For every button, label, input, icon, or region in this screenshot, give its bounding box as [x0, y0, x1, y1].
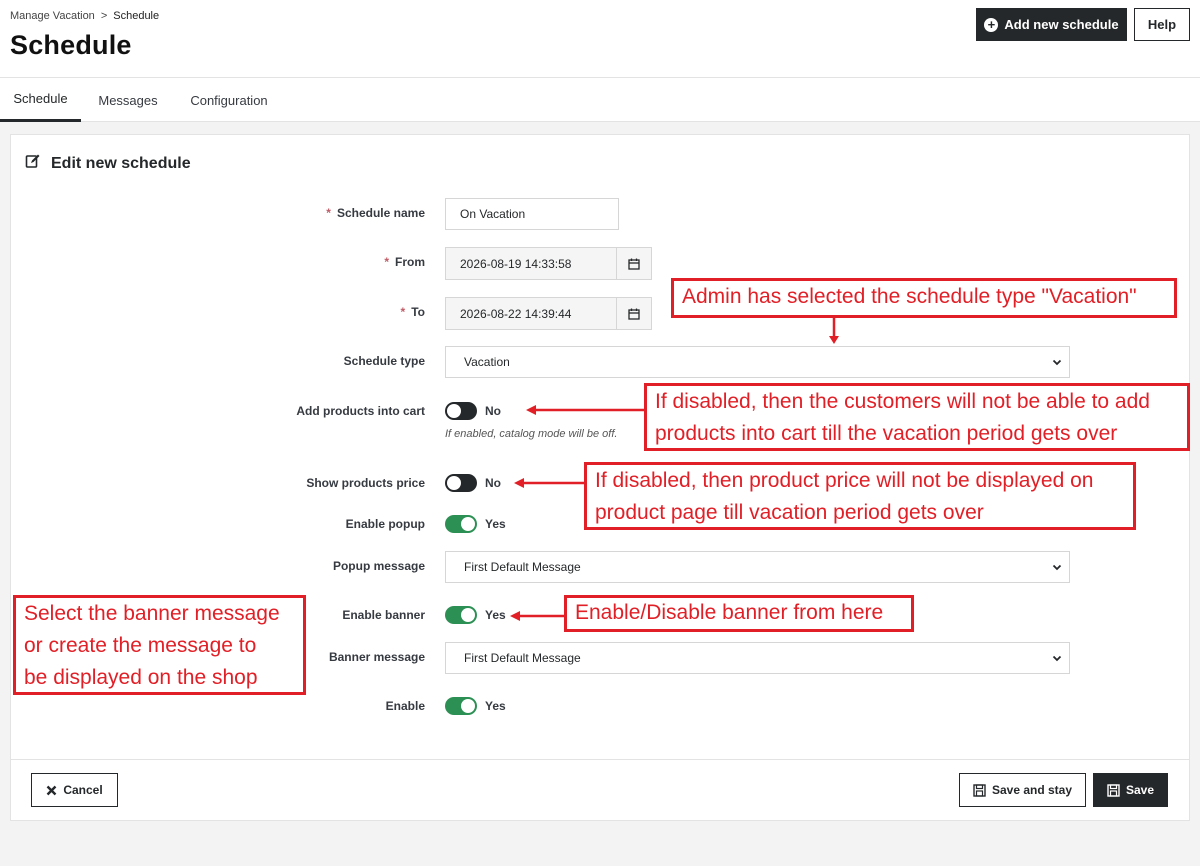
enable-banner-label: Enable banner — [342, 608, 425, 622]
enable-popup-label: Enable popup — [345, 517, 425, 531]
banner-message-select[interactable]: First Default Message — [445, 642, 1070, 674]
enable-popup-state: Yes — [485, 517, 506, 531]
close-icon — [46, 785, 57, 795]
breadcrumb-parent-link[interactable]: Manage Vacation — [10, 10, 95, 22]
schedule-name-input[interactable]: On Vacation — [445, 198, 619, 230]
enable-banner-toggle[interactable] — [445, 606, 477, 624]
banner-message-label: Banner message — [328, 650, 425, 664]
card-title-text: Edit new schedule — [51, 154, 191, 172]
to-label: * To — [400, 305, 425, 319]
show-price-toggle[interactable] — [445, 474, 477, 492]
schedule-name-label: * Schedule name — [326, 206, 425, 220]
schedule-type-value: Vacation — [464, 355, 510, 369]
schedule-type-label: Schedule type — [343, 354, 425, 368]
required-marker: * — [400, 305, 406, 319]
cancel-button[interactable]: Cancel — [31, 773, 118, 807]
from-label: * From — [384, 255, 425, 269]
annotation-show-price: If disabled, then product price will not… — [584, 462, 1136, 530]
breadcrumb: Manage Vacation > Schedule — [10, 10, 159, 22]
to-date-input[interactable]: 2026-08-22 14:39:44 — [445, 297, 617, 330]
add-products-help-text: If enabled, catalog mode will be off. — [445, 428, 618, 440]
tab-bar: Schedule Messages Configuration — [0, 78, 1200, 122]
enable-toggle[interactable] — [445, 697, 477, 715]
add-new-schedule-button[interactable]: + Add new schedule — [976, 8, 1127, 41]
help-button[interactable]: Help — [1134, 8, 1190, 41]
edit-icon — [25, 153, 41, 174]
popup-message-value: First Default Message — [464, 560, 581, 574]
breadcrumb-current: Schedule — [113, 10, 160, 22]
show-price-state: No — [485, 476, 501, 490]
calendar-icon — [628, 308, 640, 320]
enable-label: Enable — [385, 699, 425, 713]
card-title: Edit new schedule — [25, 153, 191, 174]
required-marker: * — [384, 255, 389, 269]
chevron-down-icon — [1052, 655, 1062, 662]
chevron-down-icon — [1052, 359, 1062, 366]
annotation-schedule-type: Admin has selected the schedule type "Va… — [671, 278, 1177, 318]
from-calendar-button[interactable] — [616, 247, 652, 280]
from-date-input[interactable]: 2026-08-19 14:33:58 — [445, 247, 617, 280]
save-button[interactable]: Save — [1093, 773, 1168, 807]
popup-message-select[interactable]: First Default Message — [445, 551, 1070, 583]
save-and-stay-button[interactable]: Save and stay — [959, 773, 1086, 807]
plus-circle-icon: + — [984, 17, 999, 32]
annotation-banner-toggle: Enable/Disable banner from here — [564, 595, 914, 632]
cancel-label: Cancel — [63, 783, 103, 797]
to-calendar-button[interactable] — [616, 297, 652, 330]
page-header: Manage Vacation > Schedule Schedule + Add … — [0, 0, 1200, 78]
save-label: Save — [1125, 783, 1155, 797]
enable-state: Yes — [485, 699, 506, 713]
tab-schedule[interactable]: Schedule — [0, 78, 81, 122]
tab-messages[interactable]: Messages — [89, 78, 167, 122]
save-icon — [1107, 783, 1120, 797]
popup-message-label: Popup message — [332, 559, 425, 573]
enable-banner-state: Yes — [485, 608, 506, 622]
chevron-down-icon — [1052, 564, 1062, 571]
schedule-type-select[interactable]: Vacation — [445, 346, 1070, 378]
add-products-state: No — [485, 404, 501, 418]
annotation-banner-message: Select the banner message or create the … — [13, 595, 306, 695]
save-and-stay-label: Save and stay — [991, 783, 1073, 797]
enable-popup-toggle[interactable] — [445, 515, 477, 533]
breadcrumb-separator: > — [100, 10, 108, 22]
annotation-add-products: If disabled, then the customers will not… — [644, 383, 1190, 451]
required-marker: * — [326, 206, 331, 220]
add-products-toggle[interactable] — [445, 402, 477, 420]
banner-message-value: First Default Message — [464, 651, 581, 665]
calendar-icon — [628, 258, 640, 270]
tab-configuration[interactable]: Configuration — [182, 78, 276, 122]
add-products-label: Add products into cart — [296, 404, 425, 418]
page-title: Schedule — [10, 30, 132, 60]
show-price-label: Show products price — [306, 476, 425, 490]
save-icon — [973, 783, 986, 797]
add-new-schedule-label: Add new schedule — [1004, 17, 1119, 32]
